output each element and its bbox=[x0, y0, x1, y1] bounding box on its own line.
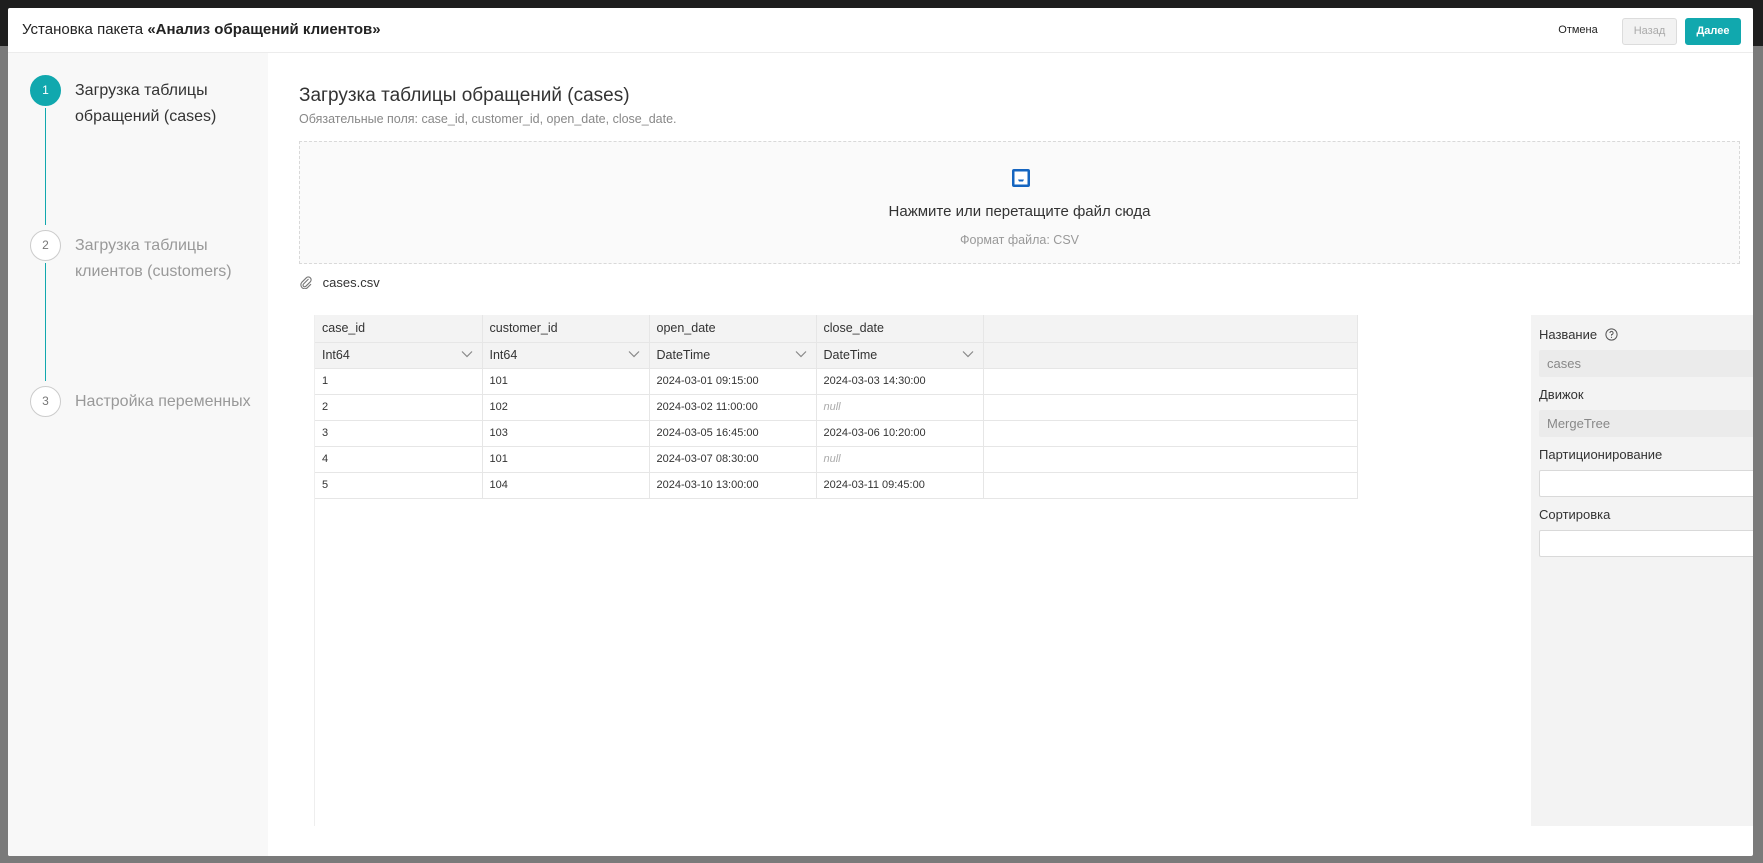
dropzone-format-hint: Формат файла: CSV bbox=[960, 233, 1079, 247]
table-cell: 104 bbox=[482, 472, 650, 499]
column-type-select-close-date[interactable]: DateTime bbox=[816, 342, 984, 369]
table-cell: 1 bbox=[315, 368, 483, 395]
table-cell: 5 bbox=[315, 472, 483, 499]
step-1-circle[interactable]: 1 bbox=[30, 75, 61, 106]
sort-input[interactable] bbox=[1539, 530, 1753, 557]
required-fields-hint: Обязательные поля: case_id, customer_id,… bbox=[299, 112, 677, 126]
table-cell: 103 bbox=[482, 420, 650, 447]
preview-table-area: case_id customer_id open_date close_date… bbox=[314, 315, 1753, 826]
column-name-customer-id: customer_id bbox=[482, 315, 650, 343]
step-1-label[interactable]: Загрузка таблицы обращений (cases) bbox=[75, 78, 260, 130]
column-names-row: case_id customer_id open_date close_date bbox=[315, 315, 1358, 343]
column-name-case-id: case_id bbox=[315, 315, 483, 343]
engine-label: Движок bbox=[1539, 387, 1584, 402]
chevron-down-icon bbox=[795, 350, 806, 357]
column-type-value: DateTime bbox=[656, 348, 711, 362]
next-button[interactable]: Далее bbox=[1685, 18, 1741, 45]
back-button[interactable]: Назад bbox=[1622, 18, 1677, 45]
column-name-open-date: open_date bbox=[649, 315, 817, 343]
table-cell: 2024-03-01 09:15:00 bbox=[649, 368, 817, 395]
table-row: 2 102 2024-03-02 11:00:00 null bbox=[315, 394, 1358, 421]
table-row: 5 104 2024-03-10 13:00:00 2024-03-11 09:… bbox=[315, 472, 1358, 499]
table-cell: 2024-03-10 13:00:00 bbox=[649, 472, 817, 499]
modal-title-prefix: Установка пакета bbox=[22, 21, 144, 38]
chevron-down-icon bbox=[962, 350, 973, 357]
steps-sidebar: 1 Загрузка таблицы обращений (cases) 2 З… bbox=[8, 53, 268, 856]
column-filler bbox=[983, 342, 1358, 369]
chevron-down-icon bbox=[461, 350, 472, 357]
modal-title: Установка пакета «Анализ обращений клиен… bbox=[22, 21, 381, 38]
main-content: Загрузка таблицы обращений (cases) Обяза… bbox=[268, 53, 1753, 856]
table-name-input[interactable]: cases bbox=[1539, 350, 1753, 377]
question-circle-icon[interactable] bbox=[1605, 328, 1618, 341]
column-type-select-customer-id[interactable]: Int64 bbox=[482, 342, 650, 369]
table-cell: 2024-03-07 08:30:00 bbox=[649, 446, 817, 473]
table-cell: 102 bbox=[482, 394, 650, 421]
table-cell: 2024-03-02 11:00:00 bbox=[649, 394, 817, 421]
table-cell: 2024-03-03 14:30:00 bbox=[816, 368, 984, 395]
column-types-row: Int64 Int64 DateTime DateTime bbox=[315, 342, 1358, 369]
step-3-label[interactable]: Настройка переменных bbox=[75, 389, 260, 415]
dropzone-text: Нажмите или перетащите файл сюда bbox=[888, 203, 1151, 220]
modal-title-package: «Анализ обращений клиентов» bbox=[147, 21, 381, 38]
table-cell-filler bbox=[983, 420, 1358, 447]
table-name-label: Название bbox=[1539, 327, 1618, 342]
table-cell: 2024-03-06 10:20:00 bbox=[816, 420, 984, 447]
step-3-circle[interactable]: 3 bbox=[30, 386, 61, 417]
table-properties-panel: Название cases Движок MergeTree Партицио… bbox=[1531, 315, 1753, 826]
column-type-value: Int64 bbox=[489, 348, 518, 362]
column-type-select-open-date[interactable]: DateTime bbox=[649, 342, 817, 369]
column-type-value: Int64 bbox=[322, 348, 350, 362]
sort-label: Сортировка bbox=[1539, 507, 1611, 522]
table-cell-filler bbox=[983, 472, 1358, 499]
chevron-down-icon bbox=[628, 350, 639, 357]
step-2-label[interactable]: Загрузка таблицы клиентов (customers) bbox=[75, 233, 260, 285]
uploaded-file[interactable]: cases.csv bbox=[299, 275, 380, 293]
step-connector-2 bbox=[45, 263, 46, 381]
table-row: 4 101 2024-03-07 08:30:00 null bbox=[315, 446, 1358, 473]
table-cell-filler bbox=[983, 394, 1358, 421]
table-cell: 101 bbox=[482, 446, 650, 473]
table-cell: 2 bbox=[315, 394, 483, 421]
install-package-modal: Установка пакета «Анализ обращений клиен… bbox=[8, 8, 1753, 856]
table-cell: 4 bbox=[315, 446, 483, 473]
table-cell: 3 bbox=[315, 420, 483, 447]
page-title: Загрузка таблицы обращений (cases) bbox=[299, 85, 630, 106]
partition-input[interactable] bbox=[1539, 470, 1753, 497]
inbox-icon bbox=[1012, 169, 1030, 187]
table-cell: 101 bbox=[482, 368, 650, 395]
table-row: 3 103 2024-03-05 16:45:00 2024-03-06 10:… bbox=[315, 420, 1358, 447]
table-cell: 2024-03-05 16:45:00 bbox=[649, 420, 817, 447]
cancel-button[interactable]: Отмена bbox=[1553, 18, 1603, 45]
partition-label: Партиционирование bbox=[1539, 447, 1663, 462]
table-cell: 2024-03-11 09:45:00 bbox=[816, 472, 984, 499]
preview-table: case_id customer_id open_date close_date… bbox=[315, 315, 1358, 499]
file-dropzone[interactable]: Нажмите или перетащите файл сюда Формат … bbox=[299, 141, 1740, 264]
table-name-label-text: Название bbox=[1539, 327, 1598, 342]
table-cell-null: null bbox=[816, 394, 984, 421]
table-cell-filler bbox=[983, 446, 1358, 473]
column-name-close-date: close_date bbox=[816, 315, 984, 343]
paperclip-icon bbox=[300, 276, 312, 289]
column-type-select-case-id[interactable]: Int64 bbox=[315, 342, 483, 369]
step-2-circle[interactable]: 2 bbox=[30, 230, 61, 261]
table-cell-null: null bbox=[816, 446, 984, 473]
table-row: 1 101 2024-03-01 09:15:00 2024-03-03 14:… bbox=[315, 368, 1358, 395]
modal-header: Установка пакета «Анализ обращений клиен… bbox=[8, 8, 1753, 53]
table-cell-filler bbox=[983, 368, 1358, 395]
engine-input[interactable]: MergeTree bbox=[1539, 410, 1753, 437]
column-type-value: DateTime bbox=[823, 348, 878, 362]
column-filler bbox=[983, 315, 1358, 343]
step-connector-1 bbox=[45, 108, 46, 225]
file-name: cases.csv bbox=[322, 275, 380, 290]
